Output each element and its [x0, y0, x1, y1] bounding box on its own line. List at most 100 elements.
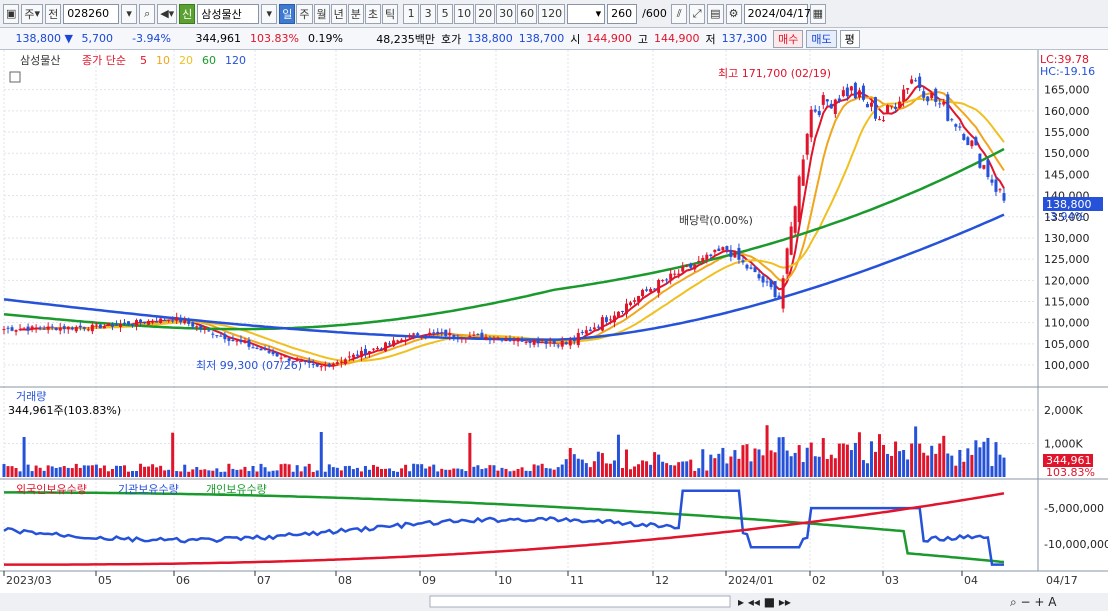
volume-bar: [797, 445, 801, 477]
tab-interval-20[interactable]: 20: [475, 3, 496, 24]
volume-bar: [661, 461, 665, 477]
candle-body: [741, 260, 745, 263]
tab-interval-10[interactable]: 10: [454, 3, 475, 24]
tab-period-3[interactable]: 년: [330, 3, 347, 24]
save-icon[interactable]: ▤: [707, 3, 724, 24]
volume-bar: [653, 452, 657, 477]
date-input[interactable]: 2024/04/17: [743, 3, 811, 24]
price-panel-title: 삼성물산: [20, 54, 60, 67]
stock-code-input[interactable]: 028260: [63, 3, 120, 24]
tab-period-6[interactable]: 틱: [382, 3, 399, 24]
stock-name-field[interactable]: 삼성물산: [197, 3, 260, 24]
candle-body: [713, 249, 717, 253]
tab-interval-5[interactable]: 5: [437, 3, 454, 24]
candle-body: [954, 124, 958, 127]
volume-panel-title: 거래량: [16, 390, 46, 403]
volume-bar: [974, 440, 978, 477]
volume-bar: [311, 471, 315, 477]
volume-bar: [588, 467, 592, 477]
tab-interval-3[interactable]: 3: [420, 3, 437, 24]
volume-bar: [926, 455, 930, 477]
volume-bar: [869, 441, 873, 477]
scroll-controls[interactable]: ▸ ◂◂ ■ ▸▸: [738, 595, 791, 609]
search-icon[interactable]: ⌕: [139, 3, 156, 24]
layout-icon[interactable]: ▣: [3, 3, 20, 24]
volume-bar: [464, 471, 468, 477]
draw-icon[interactable]: ⤢: [689, 3, 706, 24]
volume-bar: [982, 441, 986, 477]
market-select[interactable]: 주 ▾: [21, 3, 44, 24]
candle-body: [532, 340, 536, 345]
candle-body: [26, 326, 30, 331]
candle-body: [30, 326, 34, 330]
candle-icon[interactable]: ⫽: [671, 3, 688, 24]
volume-bar: [769, 450, 773, 477]
tab-interval-1[interactable]: 1: [403, 3, 420, 24]
stock-chart[interactable]: 100,000 105,000 110,000 115,000 120,000 125,0…: [0, 50, 1108, 611]
sell-button[interactable]: 매도: [806, 29, 837, 48]
period-tabs: 일주월년분초틱: [279, 3, 399, 24]
volume-bar: [456, 468, 460, 477]
volume-bar: [295, 465, 299, 477]
calendar-icon[interactable]: ▦: [809, 3, 826, 24]
candle-body: [942, 101, 946, 105]
speaker-icon[interactable]: ◀▾: [157, 3, 178, 24]
candle-body: [572, 339, 576, 342]
tab-period-0[interactable]: 일: [279, 3, 296, 24]
candle-body: [653, 288, 657, 290]
candle-body: [102, 326, 106, 329]
tab-period-1[interactable]: 주: [296, 3, 313, 24]
x-tick-label: 2024/01: [728, 574, 774, 587]
candle-body: [355, 354, 359, 356]
eval-button[interactable]: 평: [839, 29, 860, 48]
count-input[interactable]: 260: [607, 3, 638, 24]
candle-body: [878, 119, 882, 121]
tab-interval-120[interactable]: 120: [538, 3, 566, 24]
tab-interval-60[interactable]: 60: [517, 3, 538, 24]
volume-bar: [243, 466, 247, 477]
volume-bar: [388, 468, 392, 477]
candle-body: [902, 89, 906, 102]
candle-body: [363, 348, 367, 355]
volume-bar: [946, 453, 950, 477]
volume-bar: [460, 469, 464, 477]
code-dropdown-icon[interactable]: ▾: [121, 3, 138, 24]
candle-body: [118, 324, 122, 327]
candle-body: [239, 339, 243, 343]
volume-bar: [416, 464, 420, 477]
candle-body: [106, 323, 110, 326]
date-end-label: 04/17: [1046, 574, 1078, 587]
volume-bar: [693, 470, 697, 477]
volume-bar: [853, 442, 857, 477]
prev-select[interactable]: 전: [45, 3, 62, 24]
name-dropdown-icon[interactable]: ▾: [261, 3, 278, 24]
buy-button[interactable]: 매수: [773, 29, 804, 48]
interval-select[interactable]: ▾: [567, 3, 606, 24]
candle-body: [592, 327, 596, 330]
volume-bar: [865, 463, 869, 477]
volume-bar: [50, 466, 54, 477]
volume-bar: [396, 471, 400, 477]
tab-period-2[interactable]: 월: [313, 3, 330, 24]
tab-period-4[interactable]: 분: [347, 3, 364, 24]
zoom-controls[interactable]: ⌕ − + A: [1010, 595, 1057, 609]
candle-body: [661, 280, 665, 282]
candle-body: [464, 338, 468, 340]
candle-body: [922, 91, 926, 98]
volume-bar: [448, 469, 452, 477]
candle-body: [444, 329, 448, 337]
volume-bar: [721, 447, 725, 477]
volume-bar: [528, 471, 532, 477]
volume-bar: [26, 464, 30, 477]
volume-bar: [729, 456, 733, 477]
high-annotation: 최고 171,700 (02/19): [718, 67, 831, 80]
tab-interval-30[interactable]: 30: [496, 3, 517, 24]
scroll-thumb[interactable]: [429, 595, 731, 608]
candle-body: [536, 340, 540, 344]
volume-bar: [962, 461, 966, 477]
volume-bar: [516, 469, 520, 477]
gear-icon[interactable]: ⚙: [725, 3, 742, 24]
volume-bar: [496, 470, 500, 477]
candle-body: [472, 334, 476, 336]
tab-period-5[interactable]: 초: [364, 3, 382, 24]
